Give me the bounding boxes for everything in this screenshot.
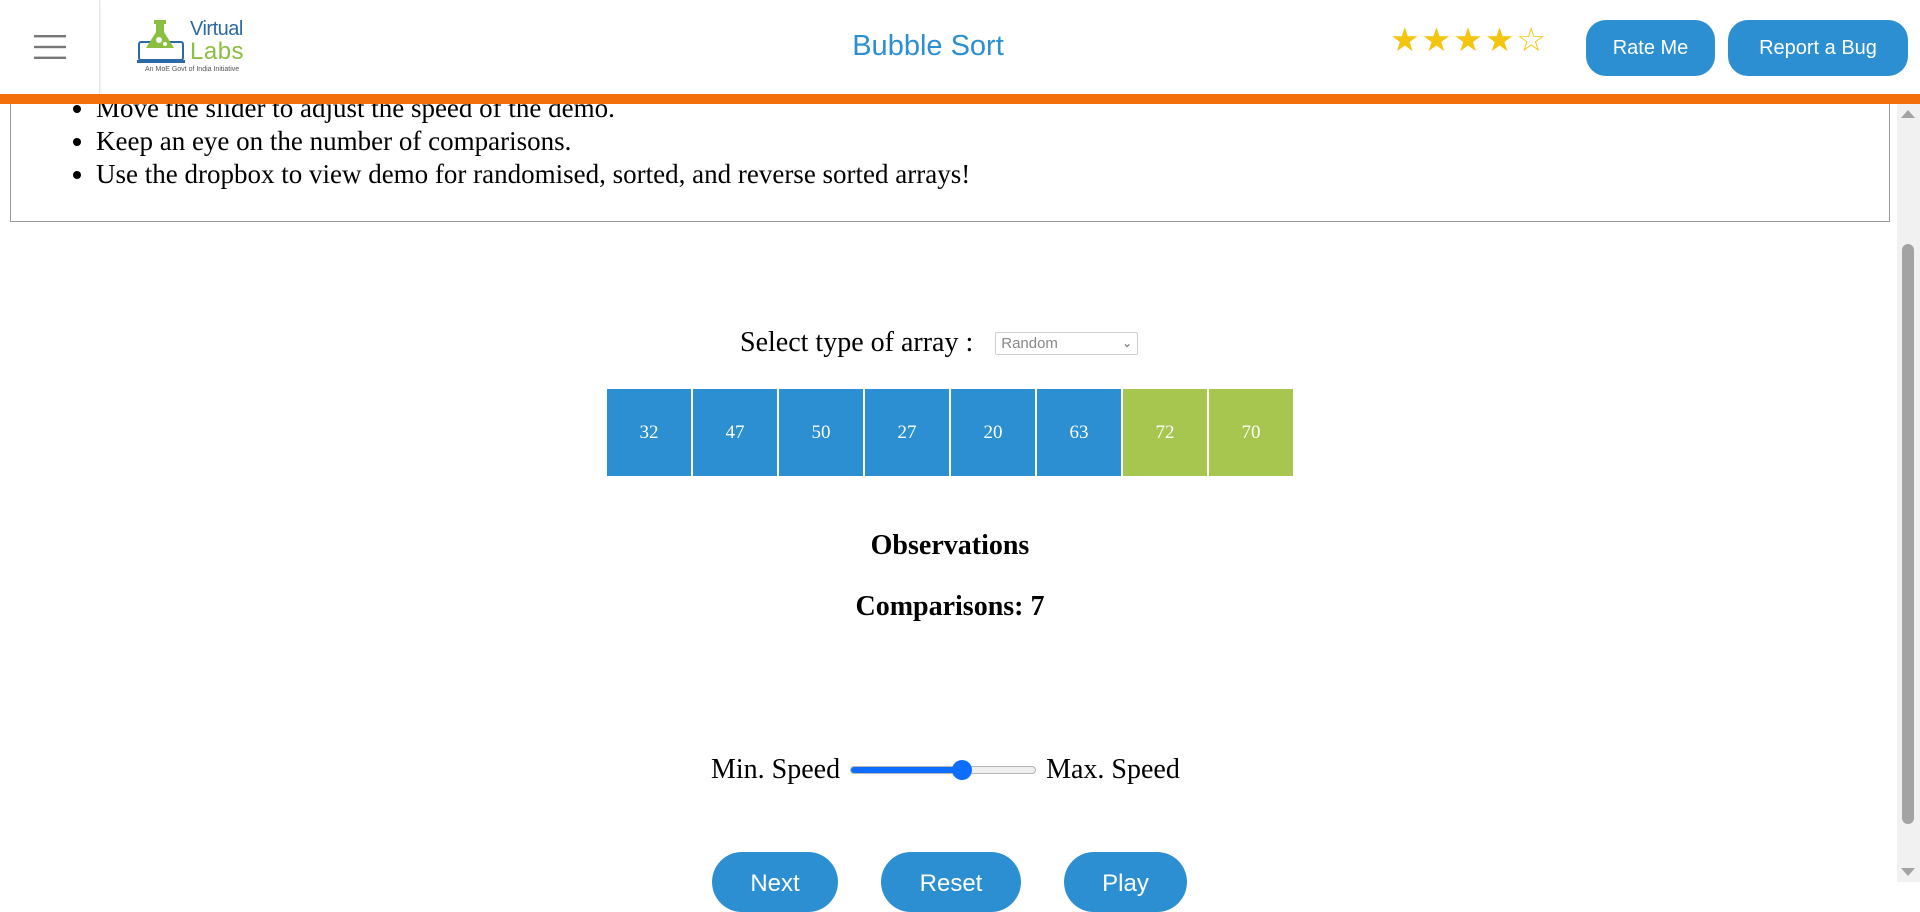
array-display: 32 47 50 27 20 63 72 70 bbox=[607, 389, 1293, 476]
max-speed-label: Max. Speed bbox=[1046, 754, 1180, 785]
array-cell: 47 bbox=[693, 389, 777, 476]
page-scrollbar[interactable] bbox=[1897, 104, 1920, 882]
min-speed-label: Min. Speed bbox=[711, 754, 841, 785]
slider-track bbox=[850, 766, 1037, 774]
array-cell: 63 bbox=[1037, 389, 1121, 476]
instruction-item: Use the dropbox to view demo for randomi… bbox=[96, 158, 1889, 191]
array-type-selected-value: Random bbox=[1001, 334, 1058, 352]
hamburger-menu-button[interactable] bbox=[0, 0, 100, 94]
rate-me-button[interactable]: Rate Me bbox=[1586, 20, 1715, 76]
star-filled-icon[interactable]: ★ bbox=[1390, 20, 1420, 60]
rating-stars[interactable]: ★ ★ ★ ★ ☆ bbox=[1390, 20, 1546, 60]
chevron-down-icon: ⌄ bbox=[1122, 336, 1133, 350]
star-filled-icon[interactable]: ★ bbox=[1453, 20, 1483, 60]
star-empty-icon[interactable]: ☆ bbox=[1516, 20, 1546, 60]
flask-logo-icon bbox=[137, 20, 185, 63]
speed-slider[interactable] bbox=[850, 760, 1037, 780]
next-button[interactable]: Next bbox=[712, 852, 838, 912]
array-type-row: Select type of array : Random ⌄ bbox=[740, 323, 1139, 363]
top-header: Virtual Labs An MoE Govt of India Initia… bbox=[0, 0, 1920, 96]
array-cell: 72 bbox=[1123, 389, 1207, 476]
hamburger-icon bbox=[33, 35, 66, 59]
array-cell: 32 bbox=[607, 389, 691, 476]
report-bug-button[interactable]: Report a Bug bbox=[1728, 20, 1908, 76]
speed-control-row: Min. Speed Max. Speed bbox=[711, 750, 1180, 790]
reset-button[interactable]: Reset bbox=[881, 852, 1021, 912]
logo-tagline: An MoE Govt of India Initiative bbox=[145, 66, 240, 73]
array-cell: 50 bbox=[779, 389, 863, 476]
slider-fill bbox=[851, 767, 962, 773]
array-cell: 20 bbox=[951, 389, 1035, 476]
scroll-down-arrow-icon[interactable] bbox=[1901, 868, 1915, 876]
star-filled-icon[interactable]: ★ bbox=[1485, 20, 1515, 60]
header-accent-bar bbox=[0, 94, 1920, 104]
observations-heading: Observations bbox=[870, 530, 1030, 561]
array-type-select[interactable]: Random ⌄ bbox=[995, 331, 1139, 355]
star-filled-icon[interactable]: ★ bbox=[1422, 20, 1452, 60]
instruction-item: Keep an eye on the number of comparisons… bbox=[96, 125, 1889, 158]
virtual-labs-logo[interactable]: Virtual Labs An MoE Govt of India Initia… bbox=[137, 14, 249, 78]
instructions-list: Move the slider to adjust the speed of t… bbox=[11, 92, 1889, 191]
array-type-label: Select type of array : bbox=[740, 327, 974, 358]
array-cell: 70 bbox=[1209, 389, 1293, 476]
scrollbar-thumb[interactable] bbox=[1902, 244, 1914, 824]
slider-thumb[interactable] bbox=[951, 760, 972, 780]
play-button[interactable]: Play bbox=[1064, 852, 1187, 912]
array-cell: 27 bbox=[865, 389, 949, 476]
page-title: Bubble Sort bbox=[852, 30, 1004, 62]
logo-text-labs: Labs bbox=[190, 38, 245, 65]
scroll-up-arrow-icon[interactable] bbox=[1901, 110, 1915, 118]
comparisons-count: Comparisons: 7 bbox=[855, 591, 1045, 622]
instructions-box: Move the slider to adjust the speed of t… bbox=[10, 92, 1890, 222]
